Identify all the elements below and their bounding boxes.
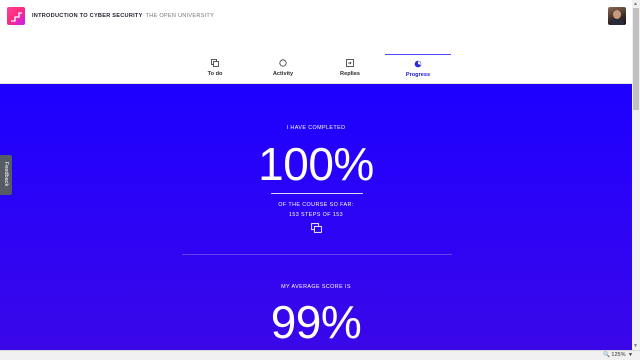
avatar-shirt xyxy=(610,19,624,25)
percent-underline xyxy=(271,193,363,194)
user-avatar[interactable] xyxy=(608,7,626,25)
course-title[interactable]: INTRODUCTION TO CYBER SECURITY THE OPEN U… xyxy=(32,13,214,19)
completed-percent: 100% xyxy=(258,138,374,190)
activity-tabs: To do Activity Replies Progress xyxy=(0,54,632,84)
completed-label: I HAVE COMPLETED xyxy=(286,125,346,131)
course-name[interactable]: INTRODUCTION TO CYBER SECURITY xyxy=(32,13,143,19)
tab-label: To do xyxy=(207,71,223,77)
feedback-label: Feedback xyxy=(3,161,9,187)
average-score-label: MY AVERAGE SCORE IS xyxy=(281,284,351,290)
steps-stack-icon xyxy=(311,223,322,233)
progress-panel: I HAVE COMPLETED 100% OF THE COURSE SO F… xyxy=(0,84,632,350)
scrollbar-thumb[interactable] xyxy=(633,8,639,110)
tab-label: Replies xyxy=(340,71,360,77)
copy-icon xyxy=(211,59,219,67)
stairs-logo-icon[interactable] xyxy=(7,7,25,25)
section-separator xyxy=(182,254,452,255)
average-score-percent: 99% xyxy=(270,296,362,348)
steps-count: 153 STEPS OF 153 xyxy=(288,212,344,218)
scroll-up-arrow-icon[interactable]: ▲ xyxy=(633,1,638,7)
zoom-value: 125% xyxy=(611,352,626,358)
tab-label: Progress xyxy=(405,72,431,78)
feedback-tab[interactable]: Feedback xyxy=(0,155,12,195)
tab-activity[interactable]: Activity xyxy=(250,54,316,84)
tab-replies[interactable]: Replies xyxy=(317,54,383,84)
course-so-far-label: OF THE COURSE SO FAR: xyxy=(278,202,354,208)
browser-statusbar: 🔍 125% ▼ xyxy=(0,350,640,360)
course-header: INTRODUCTION TO CYBER SECURITY THE OPEN U… xyxy=(0,0,632,34)
avatar-face xyxy=(613,10,621,19)
zoom-level[interactable]: 🔍 125% xyxy=(603,352,625,358)
circle-icon xyxy=(279,59,287,67)
scroll-down-arrow-icon[interactable]: ▼ xyxy=(633,343,638,349)
organization-name: THE OPEN UNIVERSITY xyxy=(145,13,215,19)
tab-label: Activity xyxy=(272,71,294,77)
tab-progress[interactable]: Progress xyxy=(385,54,451,84)
zoom-dropdown-icon[interactable]: ▼ xyxy=(628,352,633,358)
progress-icon xyxy=(414,60,422,68)
reply-icon xyxy=(346,59,354,67)
tab-to-do[interactable]: To do xyxy=(182,54,248,84)
